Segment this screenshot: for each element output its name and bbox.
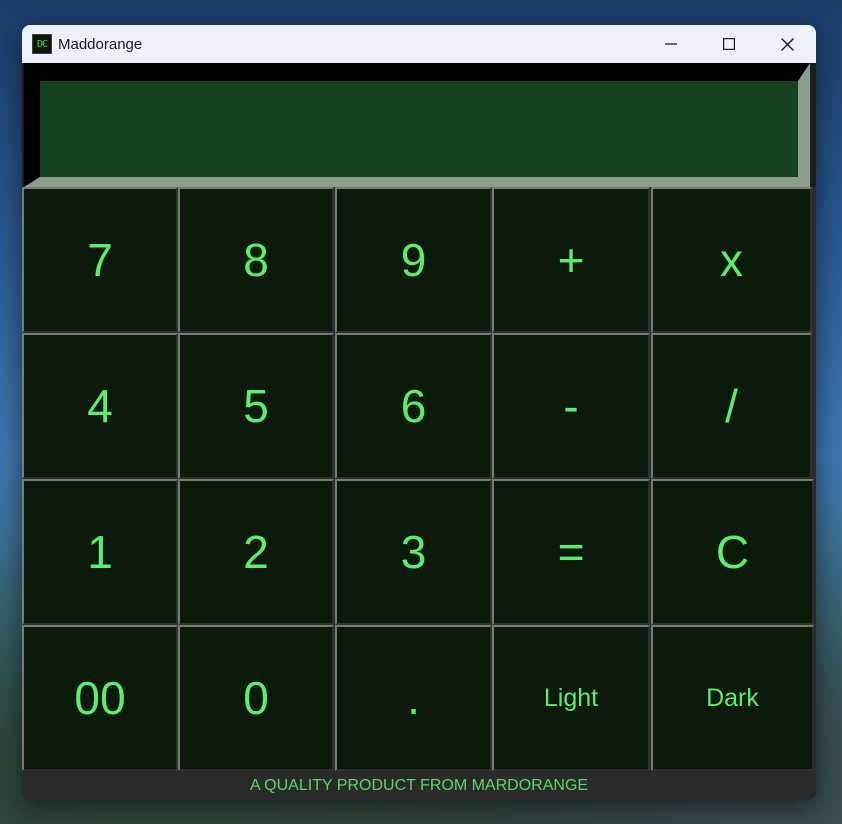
- dark-theme-button[interactable]: Dark: [651, 625, 814, 771]
- key-2[interactable]: 2: [178, 479, 334, 625]
- window-title: Maddorange: [58, 35, 143, 53]
- maximize-button[interactable]: [700, 25, 758, 63]
- calculator-window: DC Maddorange 7 8 9 + x 4 5 6 - / 1 2 3 …: [22, 25, 816, 800]
- key-1[interactable]: 1: [22, 479, 178, 625]
- key-divide[interactable]: /: [651, 333, 812, 479]
- key-multiply[interactable]: x: [651, 187, 812, 333]
- keypad: 7 8 9 + x 4 5 6 - / 1 2 3 = C 00 0 . Lig…: [22, 187, 816, 771]
- key-plus[interactable]: +: [492, 187, 650, 333]
- footer-credit: A QUALITY PRODUCT FROM MARDORANGE: [22, 771, 816, 800]
- light-theme-button[interactable]: Light: [492, 625, 650, 771]
- key-double-zero[interactable]: 00: [22, 625, 178, 771]
- key-8[interactable]: 8: [178, 187, 334, 333]
- key-decimal[interactable]: .: [335, 625, 492, 771]
- key-3[interactable]: 3: [335, 479, 492, 625]
- window-controls: [642, 25, 816, 63]
- display-area: [22, 63, 816, 187]
- key-minus[interactable]: -: [492, 333, 650, 479]
- minimize-icon: [665, 43, 677, 45]
- close-button[interactable]: [758, 25, 816, 63]
- key-5[interactable]: 5: [178, 333, 334, 479]
- app-icon: DC: [32, 34, 52, 54]
- close-icon: [780, 37, 794, 51]
- key-6[interactable]: 6: [335, 333, 492, 479]
- key-4[interactable]: 4: [22, 333, 178, 479]
- minimize-button[interactable]: [642, 25, 700, 63]
- key-9[interactable]: 9: [335, 187, 492, 333]
- key-7[interactable]: 7: [22, 187, 178, 333]
- key-clear[interactable]: C: [651, 479, 814, 625]
- key-0[interactable]: 0: [178, 625, 334, 771]
- calculator-display[interactable]: [24, 63, 810, 187]
- maximize-icon: [723, 38, 735, 50]
- title-bar[interactable]: DC Maddorange: [22, 25, 816, 63]
- key-equals[interactable]: =: [492, 479, 650, 625]
